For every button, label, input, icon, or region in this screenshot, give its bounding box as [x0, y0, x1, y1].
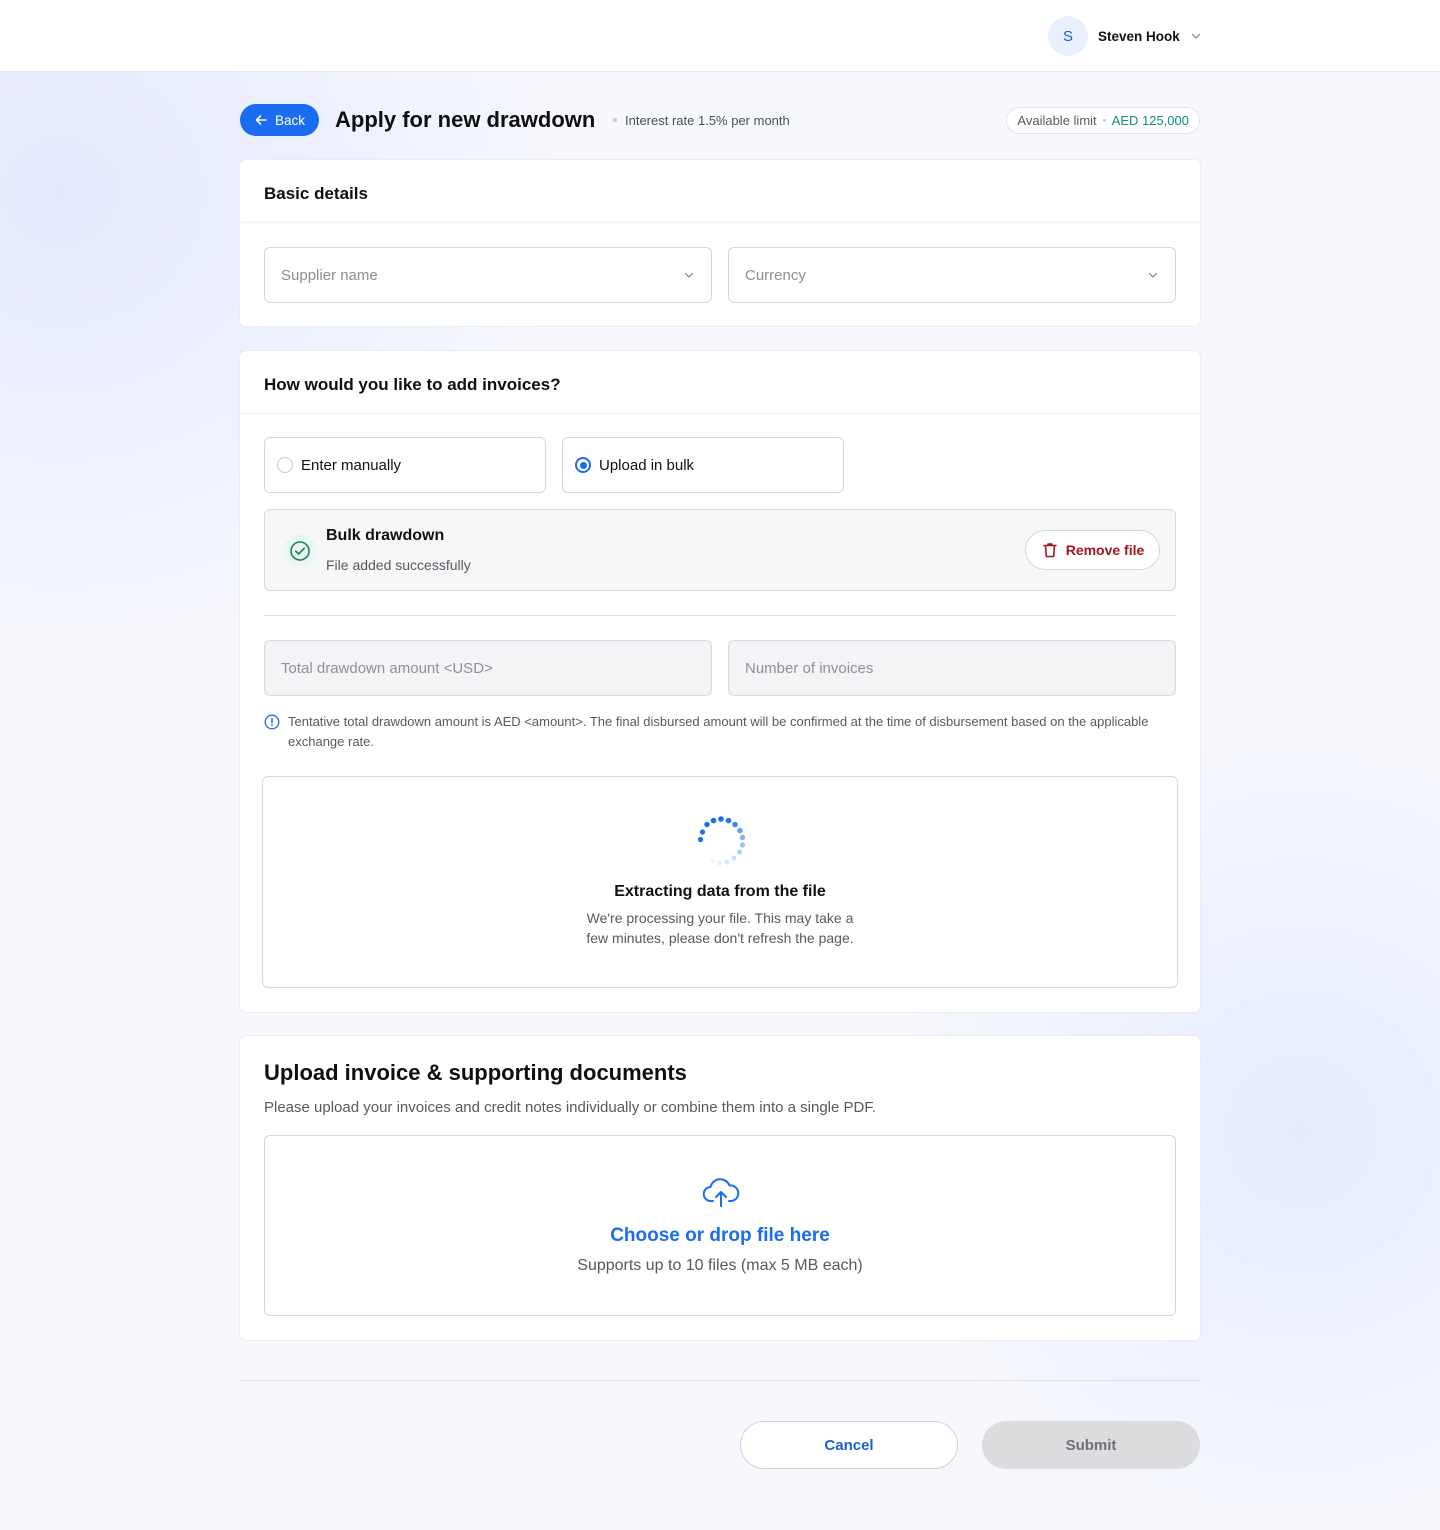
separator-dot	[1102, 119, 1106, 122]
user-menu[interactable]: S Steven Hook	[1048, 16, 1202, 56]
cancel-button[interactable]: Cancel	[740, 1421, 958, 1469]
extracting-line-1: We're processing your file. This may tak…	[586, 910, 854, 926]
trash-icon	[1042, 543, 1057, 558]
currency-select[interactable]: Currency	[728, 247, 1176, 303]
separator-dot	[613, 118, 617, 122]
file-dropzone[interactable]: Choose or drop file here Supports up to …	[264, 1135, 1176, 1316]
uploaded-file-box: Bulk drawdown File added successfully Re…	[264, 509, 1176, 591]
exchange-rate-note: Tentative total drawdown amount is AED <…	[264, 712, 1176, 752]
limit-label: Available limit	[1017, 113, 1097, 128]
upload-description: Please upload your invoices and credit n…	[264, 1099, 877, 1116]
remove-file-button[interactable]: Remove file	[1025, 530, 1160, 570]
back-button-label: Back	[274, 112, 305, 128]
file-status: File added successfully	[326, 557, 471, 573]
chevron-down-icon	[1148, 272, 1158, 278]
upload-documents-card: Upload invoice & supporting documents Pl…	[240, 1036, 1200, 1340]
chevron-down-icon	[1191, 33, 1200, 39]
extracting-line-2: few minutes, please don't refresh the pa…	[586, 930, 854, 946]
page-header: Back Apply for new drawdown Interest rat…	[240, 104, 1200, 136]
radio-button-selected[interactable]	[575, 457, 591, 473]
divider	[264, 615, 1176, 616]
note-text: Tentative total drawdown amount is AED <…	[288, 714, 1149, 749]
chevron-down-icon	[684, 272, 694, 278]
remove-file-label: Remove file	[1065, 542, 1145, 558]
number-of-invoices-field[interactable]: Number of invoices	[728, 640, 1176, 696]
option-label: Enter manually	[301, 456, 402, 474]
check-circle-icon	[283, 534, 317, 568]
user-name: Steven Hook	[1098, 28, 1180, 44]
top-bar: S Steven Hook	[0, 0, 1440, 72]
arrow-left-icon	[255, 115, 267, 125]
interest-rate: Interest rate 1.5% per month	[625, 113, 790, 128]
page-title: Apply for new drawdown	[335, 107, 596, 132]
cloud-upload-icon	[702, 1178, 740, 1207]
option-upload-in-bulk[interactable]: Upload in bulk	[562, 437, 844, 493]
available-limit-badge: Available limit AED 125,000	[1006, 107, 1200, 134]
upload-title: Upload invoice & supporting documents	[264, 1060, 687, 1085]
supplier-placeholder: Supplier name	[281, 266, 378, 284]
back-button[interactable]: Back	[240, 104, 319, 136]
card-title: How would you like to add invoices?	[240, 351, 1200, 414]
submit-button[interactable]: Submit	[982, 1421, 1200, 1469]
supplier-select[interactable]: Supplier name	[264, 247, 712, 303]
file-limits-text: Supports up to 10 files (max 5 MB each)	[577, 1257, 863, 1274]
extracting-status-box: Extracting data from the file We're proc…	[262, 776, 1178, 988]
radio-button[interactable]	[277, 457, 293, 473]
invoice-count-placeholder: Number of invoices	[745, 659, 874, 677]
add-invoices-card: How would you like to add invoices? Ente…	[240, 351, 1200, 1012]
avatar: S	[1048, 16, 1088, 56]
footer-divider	[240, 1380, 1200, 1381]
option-label: Upload in bulk	[599, 456, 695, 474]
card-title: Basic details	[240, 160, 1200, 223]
choose-file-link[interactable]: Choose or drop file here	[265, 1225, 1175, 1247]
total-amount-placeholder: Total drawdown amount <USD>	[281, 659, 493, 677]
spinner-icon	[697, 816, 746, 866]
file-title: Bulk drawdown	[326, 527, 445, 544]
basic-details-card: Basic details Supplier name Currency	[240, 160, 1200, 326]
limit-value: AED 125,000	[1111, 113, 1189, 128]
extracting-title: Extracting data from the file	[614, 883, 826, 900]
currency-placeholder: Currency	[745, 266, 806, 284]
extracting-description: We're processing your file. This may tak…	[263, 908, 1177, 948]
info-icon	[264, 714, 280, 730]
total-drawdown-amount-field[interactable]: Total drawdown amount <USD>	[264, 640, 712, 696]
option-enter-manually[interactable]: Enter manually	[264, 437, 546, 493]
